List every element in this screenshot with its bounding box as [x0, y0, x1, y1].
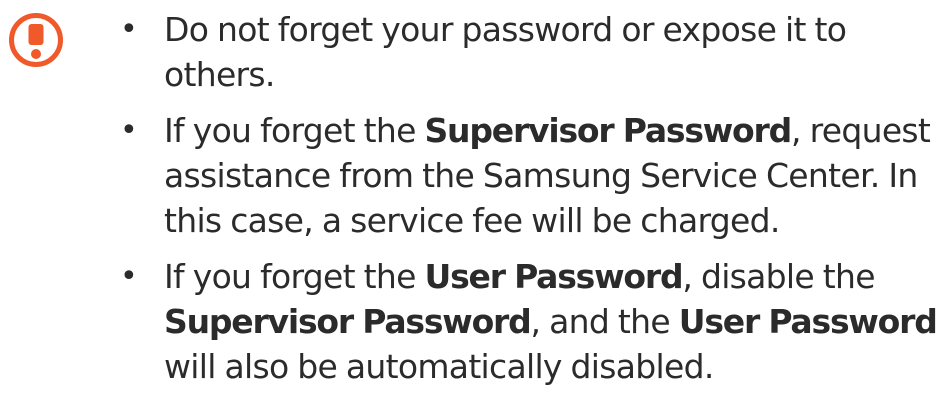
emphasis-supervisor-password: Supervisor Password [424, 111, 792, 150]
note-item: • Do not forget your password or expose … [120, 7, 948, 97]
note-item: • If you forget the User Password, disab… [120, 254, 948, 389]
note-text: , and the [530, 302, 679, 341]
emphasis-user-password: User Password [424, 257, 683, 296]
caution-note-list: • Do not forget your password or expose … [120, 7, 948, 400]
note-text: Do not forget your password or expose it… [164, 10, 847, 94]
emphasis-supervisor-password: Supervisor Password [164, 302, 532, 341]
emphasis-user-password: User Password [678, 302, 938, 341]
caution-icon [9, 13, 63, 67]
note-text: If you forget the [164, 257, 425, 296]
bullet: • [120, 113, 138, 148]
bullet: • [120, 12, 138, 47]
note-text: will also be automatically disabled. [164, 347, 714, 386]
note-item: • If you forget the Supervisor Password,… [120, 108, 948, 243]
note-text: If you forget the [164, 111, 425, 150]
note-text: , disable the [682, 257, 875, 296]
bullet: • [120, 259, 138, 294]
